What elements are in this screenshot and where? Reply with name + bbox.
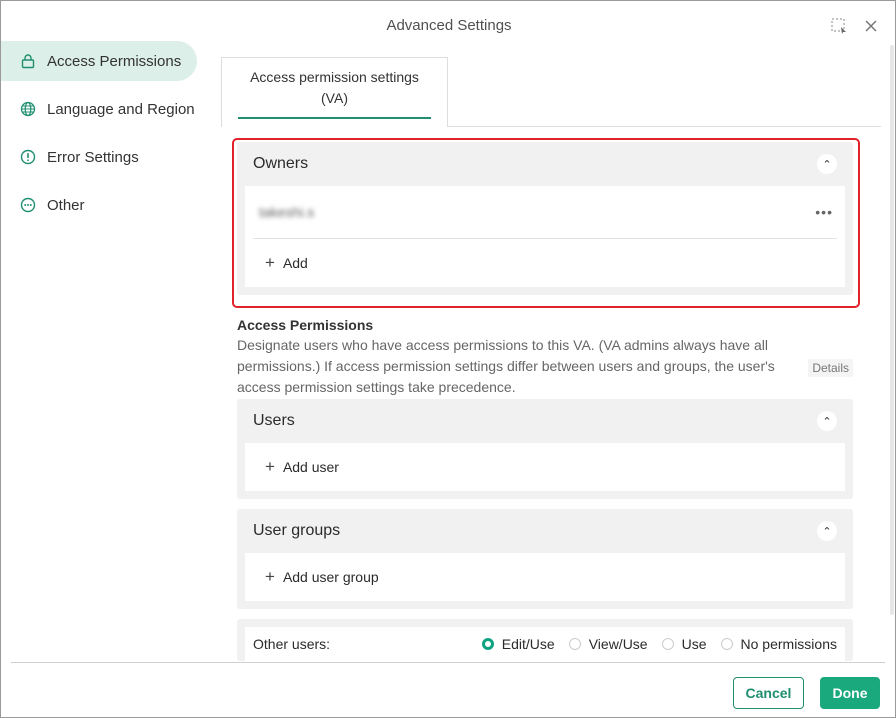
sidebar: Access Permissions Language and Region E… [1, 39, 201, 233]
tab-label: Access permission settings (VA) [250, 69, 419, 106]
close-icon[interactable] [861, 16, 881, 36]
add-owner-button[interactable]: + Add [245, 239, 845, 287]
radio-edit-use[interactable]: Edit/Use [481, 636, 555, 652]
alert-circle-icon [19, 148, 37, 166]
owners-body: takeshi.s ••• + Add [245, 186, 845, 287]
radio-label: No permissions [740, 636, 837, 652]
radio-no-permissions[interactable]: No permissions [720, 636, 837, 652]
sidebar-item-label: Other [47, 196, 85, 214]
radio-use[interactable]: Use [661, 636, 707, 652]
access-permissions-title: Access Permissions [237, 317, 374, 333]
details-button[interactable]: Details [808, 359, 853, 377]
radio-unselected-icon [568, 638, 581, 650]
sidebar-item-language-region[interactable]: Language and Region [1, 89, 197, 129]
sidebar-item-access-permissions[interactable]: Access Permissions [1, 41, 197, 81]
owner-name: takeshi.s [259, 204, 315, 220]
radio-selected-icon [481, 638, 494, 650]
users-title: Users [253, 412, 295, 429]
radio-label: View/Use [588, 636, 648, 652]
user-groups-header: User groups ⌃ [237, 509, 853, 553]
sidebar-item-label: Access Permissions [47, 52, 182, 70]
radio-label: Edit/Use [501, 636, 555, 652]
other-users-panel: Other users: Edit/Use View/Use Use No pe… [237, 619, 853, 661]
add-user-label: Add user [282, 459, 339, 475]
tab-bar: Access permission settings (VA) [221, 57, 881, 127]
select-region-icon[interactable] [829, 16, 849, 36]
add-user-group-button[interactable]: + Add user group [245, 553, 845, 601]
chevron-up-icon[interactable]: ⌃ [817, 411, 837, 431]
done-button[interactable]: Done [820, 677, 880, 709]
other-icon [19, 196, 37, 214]
scrollbar[interactable] [890, 45, 894, 615]
lock-icon [19, 52, 37, 70]
globe-icon [19, 100, 37, 118]
radio-view-use[interactable]: View/Use [568, 636, 648, 652]
owners-panel: Owners ⌃ takeshi.s ••• + Add [237, 142, 853, 295]
other-users-row: Other users: Edit/Use View/Use Use No pe… [245, 627, 845, 661]
sidebar-item-error-settings[interactable]: Error Settings [1, 137, 197, 177]
owner-row: takeshi.s ••• [245, 186, 845, 238]
user-groups-panel: User groups ⌃ + Add user group [237, 509, 853, 609]
chevron-up-icon[interactable]: ⌃ [817, 521, 837, 541]
add-user-group-label: Add user group [282, 569, 379, 585]
users-panel: Users ⌃ + Add user [237, 399, 853, 499]
access-permissions-section: Access Permissions Designate users who h… [237, 317, 857, 398]
access-permissions-description: Designate users who have access permissi… [237, 337, 775, 395]
radio-label: Use [681, 636, 707, 652]
owners-header: Owners ⌃ [237, 142, 853, 186]
plus-icon: + [265, 253, 275, 272]
other-users-label: Other users: [253, 636, 331, 652]
owners-title: Owners [253, 155, 309, 172]
sidebar-item-label: Language and Region [47, 100, 195, 118]
add-user-button[interactable]: + Add user [245, 443, 845, 491]
plus-icon: + [265, 567, 275, 586]
dialog-title: Advanced Settings [386, 17, 512, 34]
radio-unselected-icon [661, 638, 674, 650]
footer-divider [11, 662, 885, 663]
users-body: + Add user [245, 443, 845, 491]
user-groups-title: User groups [253, 522, 341, 539]
tab-access-permission-settings[interactable]: Access permission settings (VA) [221, 57, 448, 127]
sidebar-item-label: Error Settings [47, 148, 139, 166]
user-groups-body: + Add user group [245, 553, 845, 601]
sidebar-item-other[interactable]: Other [1, 185, 197, 225]
add-owner-label: Add [282, 255, 308, 271]
advanced-settings-dialog: Advanced Settings Access Permissions Lan… [0, 0, 896, 718]
users-header: Users ⌃ [237, 399, 853, 443]
tab-active-indicator [238, 117, 431, 119]
radio-unselected-icon [720, 638, 733, 650]
plus-icon: + [265, 457, 275, 476]
cancel-button[interactable]: Cancel [733, 677, 804, 709]
chevron-up-icon[interactable]: ⌃ [817, 154, 837, 174]
title-icons [829, 16, 881, 36]
more-options-icon[interactable]: ••• [815, 204, 833, 220]
